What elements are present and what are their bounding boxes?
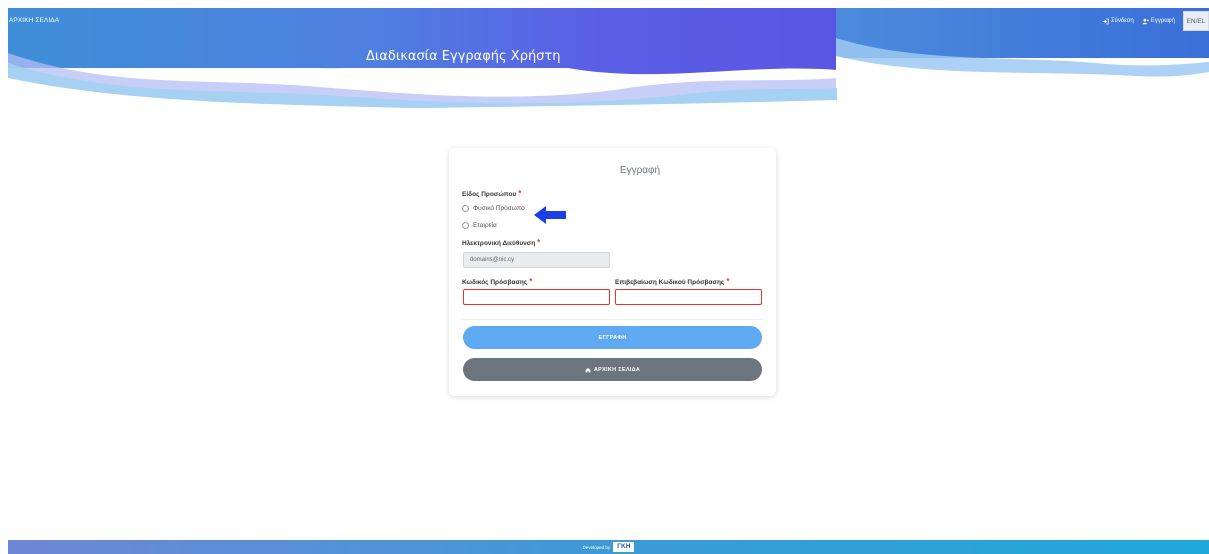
- sign-in-icon: [1102, 18, 1109, 24]
- password-label: Κωδικός Πρόσβασης *: [462, 277, 532, 286]
- page: ΑΡΧΙΚΗ ΣΕΛΙΔΑ Διαδικασία Εγγραφής Χρήστη…: [0, 0, 1209, 554]
- register-button[interactable]: ΕΓΓΡΑΦΗ: [463, 326, 762, 349]
- registration-card: Εγγραφή Είδος Προσώπου * Φυσικό Πρόσωπο Ε…: [449, 148, 776, 396]
- password-label-text: Κωδικός Πρόσβασης: [462, 279, 528, 286]
- register-label: Εγγραφή: [1150, 18, 1175, 24]
- login-link[interactable]: Σύνδεση: [1102, 18, 1134, 25]
- page-title: Διαδικασία Εγγραφής Χρήστη: [366, 49, 561, 64]
- person-type-text: Είδος Προσώπου: [462, 191, 517, 198]
- register-link[interactable]: Εγγραφή: [1142, 18, 1175, 25]
- radio-company[interactable]: Εταιρεία: [462, 222, 497, 229]
- email-field[interactable]: domains@nic.cy: [463, 252, 610, 268]
- home-nav-link[interactable]: ΑΡΧΙΚΗ ΣΕΛΙΔΑ: [9, 17, 59, 24]
- required-marker: *: [726, 277, 730, 286]
- required-marker: *: [529, 277, 533, 286]
- radio-circle[interactable]: [462, 205, 469, 212]
- home-button[interactable]: ΑΡΧΙΚΗ ΣΕΛΙΔΑ: [463, 358, 762, 381]
- home-icon: [585, 367, 591, 372]
- language-toggle-button[interactable]: EN/EL: [1183, 11, 1209, 31]
- required-marker: *: [518, 189, 522, 198]
- email-label-text: Ηλεκτρονική Διεύθυνση: [462, 240, 536, 247]
- home-button-label: ΑΡΧΙΚΗ ΣΕΛΙΔΑ: [593, 366, 641, 373]
- developer-logo: ΓΚΗ: [613, 542, 635, 552]
- form-title: Εγγραφή: [619, 165, 661, 176]
- footer: Developed by ΓΚΗ: [8, 540, 1209, 554]
- divider: [462, 319, 763, 320]
- password-confirm-label: Επιβεβαίωση Κωδικού Πρόσβασης *: [615, 277, 729, 286]
- radio-natural-person[interactable]: Φυσικό Πρόσωπο: [462, 205, 525, 212]
- password-confirm-field[interactable]: [615, 289, 762, 305]
- password-field[interactable]: [463, 289, 610, 305]
- arrow-left-icon: [534, 206, 566, 224]
- radio-circle[interactable]: [462, 222, 469, 229]
- radio-label: Εταιρεία: [473, 222, 497, 229]
- top-nav: Σύνδεση Εγγραφή EN/EL: [1102, 11, 1209, 31]
- radio-label: Φυσικό Πρόσωπο: [473, 205, 525, 212]
- person-type-label: Είδος Προσώπου *: [462, 189, 521, 198]
- password-confirm-label-text: Επιβεβαίωση Κωδικού Πρόσβασης: [615, 279, 725, 286]
- email-label: Ηλεκτρονική Διεύθυνση *: [462, 238, 540, 247]
- login-label: Σύνδεση: [1110, 18, 1134, 24]
- developed-by-text: Developed by: [582, 544, 611, 550]
- user-plus-icon: [1142, 18, 1149, 24]
- required-marker: *: [537, 238, 541, 247]
